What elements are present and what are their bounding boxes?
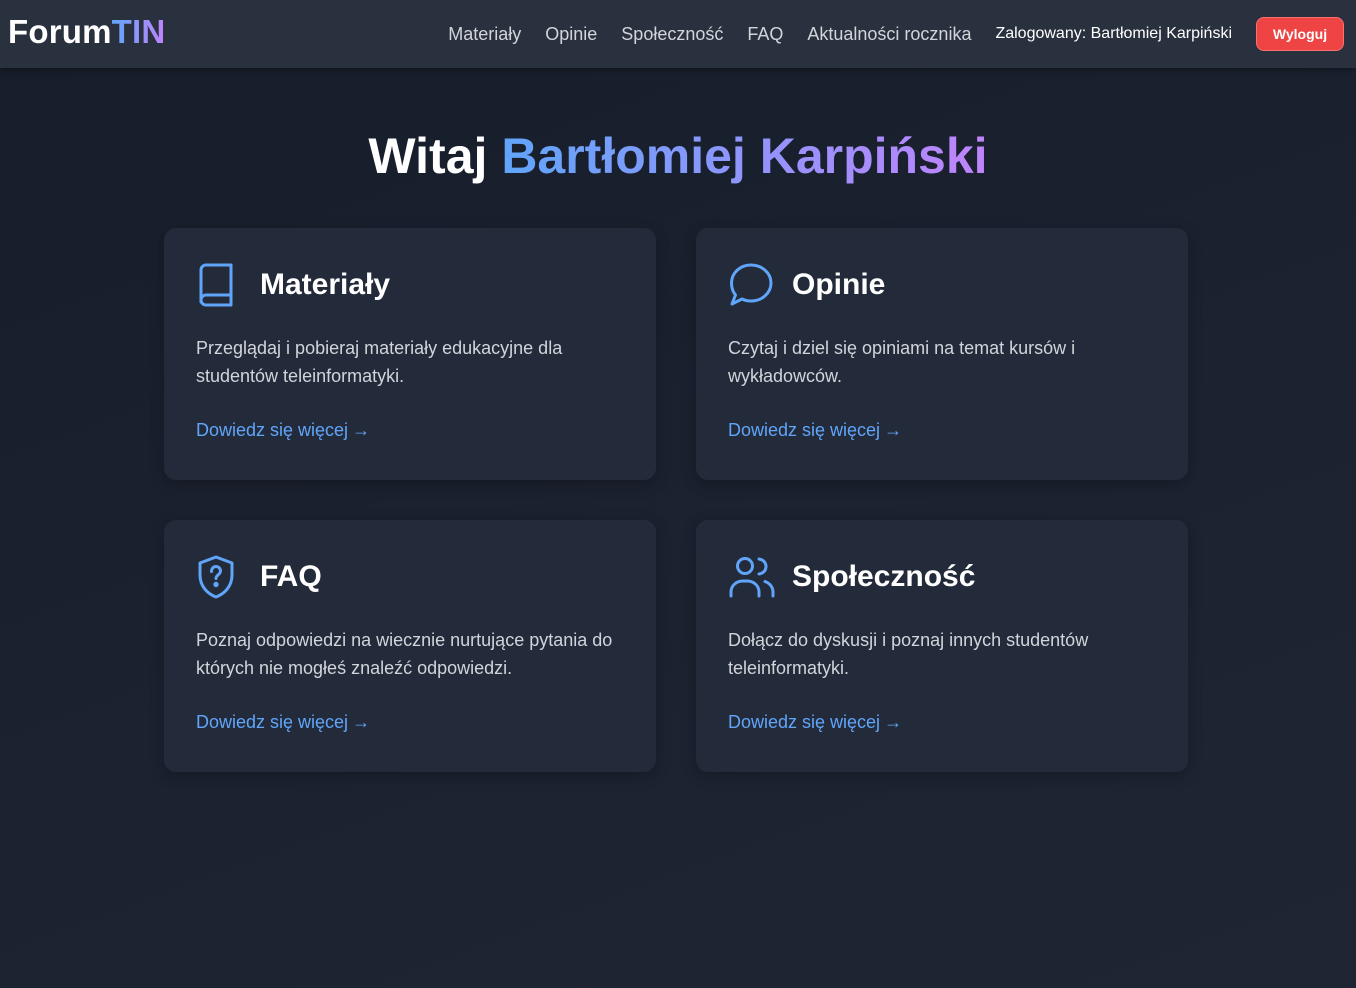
logo-tin-text: TIN xyxy=(111,13,166,50)
learn-more-text: Dowiedz się więcej xyxy=(196,712,349,732)
card-description: Czytaj i dziel się opiniami na temat kur… xyxy=(728,338,1076,386)
card-description: Dołącz do dyskusji i poznaj innych stude… xyxy=(728,630,1089,678)
welcome-greeting: Witaj xyxy=(368,128,488,184)
site-logo[interactable]: ForumTIN xyxy=(8,12,165,52)
nav-link-opinie[interactable]: Opinie xyxy=(545,24,597,45)
card-description: Poznaj odpowiedzi na wiecznie nurtujące … xyxy=(196,630,613,678)
book-icon xyxy=(196,261,244,309)
card-spolecznosc: Społeczność Dołącz do dyskusji i poznaj … xyxy=(696,520,1188,772)
learn-more-link[interactable]: Dowiedz się więcej → xyxy=(728,420,902,441)
welcome-user-name: Bartłomiej Karpiński xyxy=(501,128,988,184)
learn-more-text: Dowiedz się więcej xyxy=(728,712,881,732)
feature-cards: Materiały Przeglądaj i pobieraj materiał… xyxy=(164,228,1188,772)
shield-question-icon xyxy=(196,553,244,601)
card-opinie: Opinie Czytaj i dziel się opiniami na te… xyxy=(696,228,1188,480)
card-title: Społeczność xyxy=(792,560,976,593)
arrow-right-icon: → xyxy=(884,420,903,440)
learn-more-text: Dowiedz się więcej xyxy=(728,420,881,440)
arrow-right-icon: → xyxy=(352,420,371,440)
arrow-right-icon: → xyxy=(884,712,903,732)
learn-more-link[interactable]: Dowiedz się więcej → xyxy=(196,712,370,733)
arrow-right-icon: → xyxy=(352,712,371,732)
users-icon xyxy=(728,553,776,601)
learn-more-link[interactable]: Dowiedz się więcej → xyxy=(196,420,370,441)
card-header: Społeczność xyxy=(728,552,1156,602)
card-header: Opinie xyxy=(728,260,1156,310)
logged-in-user: Zalogowany: Bartłomiej Karpiński xyxy=(995,25,1232,42)
logout-button[interactable]: Wyloguj xyxy=(1256,17,1344,51)
learn-more-text: Dowiedz się więcej xyxy=(196,420,349,440)
card-faq: FAQ Poznaj odpowiedzi na wiecznie nurtuj… xyxy=(164,520,656,772)
card-title: FAQ xyxy=(260,560,322,593)
card-header: FAQ xyxy=(196,552,624,602)
nav-links: Materiały Opinie Społeczność FAQ Aktualn… xyxy=(448,0,1356,68)
nav-link-materialy[interactable]: Materiały xyxy=(448,24,521,45)
chat-bubble-icon xyxy=(728,261,776,309)
card-header: Materiały xyxy=(196,260,624,310)
card-title: Opinie xyxy=(792,268,886,301)
nav-link-aktualnosci[interactable]: Aktualności rocznika xyxy=(807,24,971,45)
card-materialy: Materiały Przeglądaj i pobieraj materiał… xyxy=(164,228,656,480)
card-title: Materiały xyxy=(260,268,391,301)
logo-forum-text: Forum xyxy=(8,13,112,50)
card-description: Przeglądaj i pobieraj materiały edukacyj… xyxy=(196,338,563,386)
nav-link-faq[interactable]: FAQ xyxy=(747,24,783,45)
welcome-heading: Witaj Bartłomiej Karpiński xyxy=(0,124,1356,188)
navbar: ForumTIN Materiały Opinie Społeczność FA… xyxy=(0,0,1356,68)
learn-more-link[interactable]: Dowiedz się więcej → xyxy=(728,712,902,733)
nav-link-spolecznosc[interactable]: Społeczność xyxy=(621,24,723,45)
